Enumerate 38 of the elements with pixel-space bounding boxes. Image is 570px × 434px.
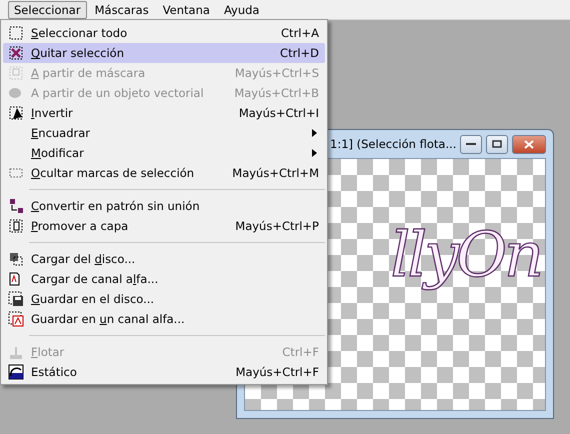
close-icon [524, 140, 534, 148]
menu-item-icon [8, 311, 24, 327]
menu-bar-item[interactable]: Ventana [156, 0, 216, 18]
submenu-arrow-icon [312, 129, 317, 137]
menu-item[interactable]: Seleccionar todo Ctrl+A [3, 23, 325, 43]
minimize-button[interactable] [460, 134, 482, 154]
menu-item-icon [8, 85, 24, 101]
menu-item-icon [8, 364, 24, 380]
maximize-button[interactable] [486, 134, 508, 154]
menu-item[interactable]: Convertir en patrón sin unión [3, 196, 325, 216]
menu-item-icon [8, 198, 24, 214]
menu-item-icon [8, 105, 24, 121]
menu-bar-item[interactable]: Seleccionar [8, 0, 87, 18]
menu-item[interactable]: Encuadrar [3, 123, 325, 143]
window-title: 1:1] (Selección flota... [330, 137, 456, 151]
menu-item-icon [8, 218, 24, 234]
menu-item[interactable]: Guardar en un canal alfa... [3, 309, 325, 329]
minimize-icon [466, 142, 476, 146]
maximize-icon [492, 140, 502, 148]
menu-item[interactable]: Cargar del disco... [3, 249, 325, 269]
menu-item-icon [8, 344, 24, 360]
menu-item-icon [8, 45, 24, 61]
menu-item[interactable]: Guardar en el disco... [3, 289, 325, 309]
menu-item[interactable]: Invertir Mayús+Ctrl+I [3, 103, 325, 123]
menu-item-icon [8, 251, 24, 267]
menu-item[interactable]: Quitar selección Ctrl+D [3, 43, 325, 63]
submenu-arrow-icon [312, 149, 317, 157]
menu-item[interactable]: Promover a capa Mayús+Ctrl+P [3, 216, 325, 236]
menu-bar-item[interactable]: Ayuda [218, 0, 266, 18]
menu-item-icon [8, 25, 24, 41]
menu-item[interactable]: Modificar [3, 143, 325, 163]
menu-item-icon [8, 65, 24, 81]
menu-item[interactable]: Estático Mayús+Ctrl+F [3, 362, 325, 382]
menu-item[interactable]: Cargar de canal alfa... [3, 269, 325, 289]
close-button[interactable] [512, 134, 546, 154]
menu-item[interactable]: Ocultar marcas de selección Mayús+Ctrl+M [3, 163, 325, 183]
menu-item-icon [8, 291, 24, 307]
menu-bar-item[interactable]: Máscaras [88, 0, 155, 18]
